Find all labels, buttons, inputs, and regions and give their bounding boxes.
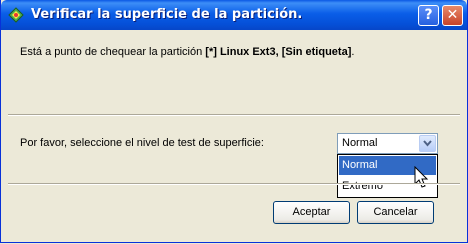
- partition-name: [*] Linux Ext3, [Sin etiqueta]: [205, 46, 352, 58]
- partition-wizard-icon: [8, 7, 24, 23]
- close-icon: ✕: [446, 7, 459, 23]
- message-prefix: Está a punto de chequear la partición: [20, 46, 206, 58]
- help-icon: ?: [424, 7, 433, 23]
- cancel-button[interactable]: Cancelar: [357, 201, 434, 224]
- chevron-down-icon: [423, 140, 432, 147]
- select-value: Normal: [342, 137, 378, 149]
- close-button[interactable]: ✕: [442, 5, 463, 26]
- surface-test-select[interactable]: Normal: [337, 133, 438, 154]
- accept-button[interactable]: Aceptar: [273, 201, 350, 224]
- surface-test-prompt: Por favor, seleccione el nivel de test d…: [20, 137, 264, 149]
- dialog-window: Verificar la superficie de la partición.…: [0, 0, 468, 243]
- separator-top: [8, 114, 460, 116]
- title-bar[interactable]: Verificar la superficie de la partición.…: [1, 0, 467, 30]
- mouse-pointer-icon: [414, 166, 429, 188]
- confirmation-message: Está a punto de chequear la partición [*…: [20, 45, 440, 60]
- help-button[interactable]: ?: [418, 5, 439, 26]
- message-suffix: .: [351, 46, 355, 58]
- separator-bottom: [8, 183, 460, 185]
- dropdown-button[interactable]: [419, 135, 436, 152]
- window-title: Verificar la superficie de la partición.: [31, 7, 303, 22]
